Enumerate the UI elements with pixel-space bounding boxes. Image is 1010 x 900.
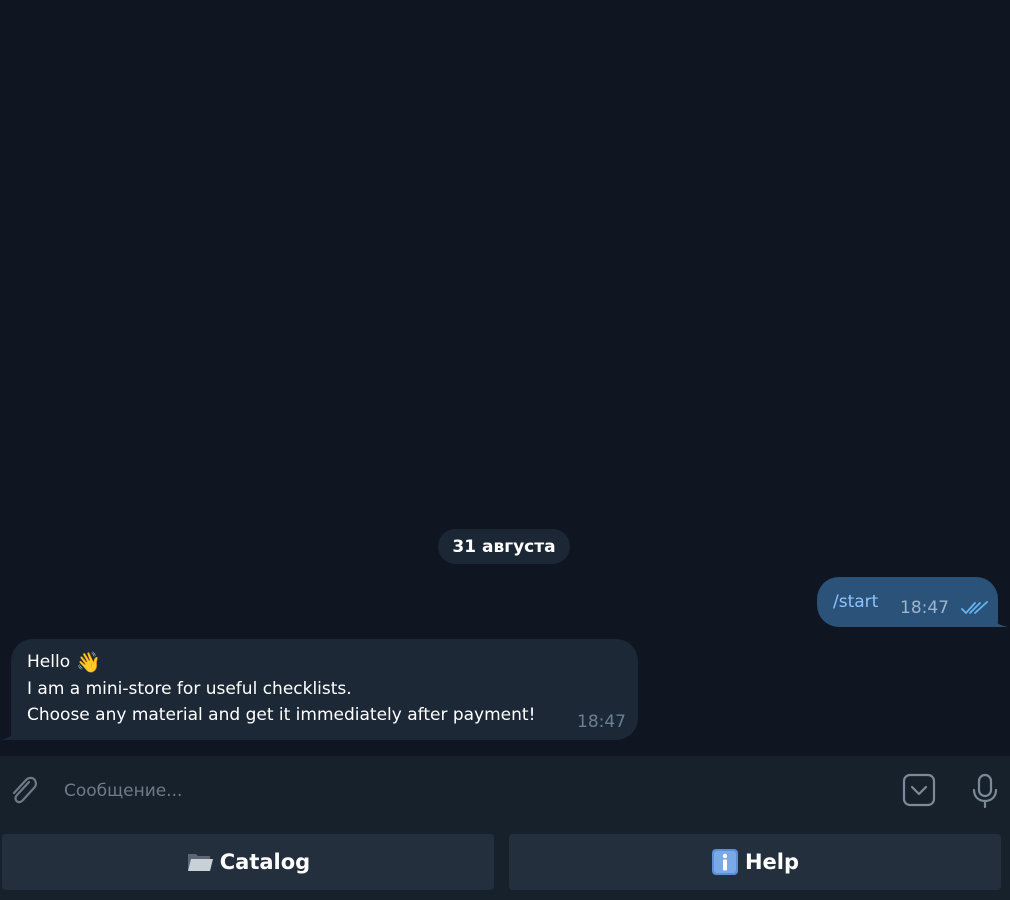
incoming-message[interactable]: Hello 👋 I am a mini-store for useful chec… — [11, 639, 638, 740]
help-button-label: Help — [744, 850, 800, 874]
incoming-message-line: Hello 👋 — [27, 652, 101, 672]
outgoing-message[interactable]: /start 18:47 — [817, 577, 998, 627]
catalog-button[interactable]: Catalog — [2, 834, 494, 890]
date-separator: 31 августа — [438, 529, 570, 564]
incoming-message-line-2: I am a mini-store for useful checklists. — [27, 679, 352, 699]
message-composer — [0, 756, 1010, 824]
bot-keyboard-toggle-icon[interactable] — [902, 773, 936, 807]
folder-icon — [187, 854, 213, 871]
incoming-message-time: 18:47 — [577, 712, 626, 732]
catalog-button-label: Catalog — [219, 850, 311, 874]
message-input[interactable] — [62, 770, 886, 812]
incoming-message-line-3: Choose any material and get it immediate… — [27, 705, 536, 725]
outgoing-message-text: /start — [833, 592, 879, 612]
paperclip-icon[interactable] — [6, 772, 40, 808]
chat-history: 31 августа /start 18:47 Hello 👋 I am a mi… — [0, 0, 1010, 756]
reply-keyboard: Catalog Help — [0, 824, 1010, 900]
outgoing-message-time: 18:47 — [900, 598, 949, 618]
microphone-icon[interactable] — [968, 772, 1002, 810]
waving-hand-icon: 👋 — [76, 650, 101, 674]
incoming-message-line-1: Hello — [27, 652, 71, 672]
info-icon — [711, 849, 738, 875]
date-separator-label: 31 августа — [452, 536, 556, 557]
help-button[interactable]: Help — [509, 834, 1001, 890]
double-check-icon — [961, 601, 988, 614]
